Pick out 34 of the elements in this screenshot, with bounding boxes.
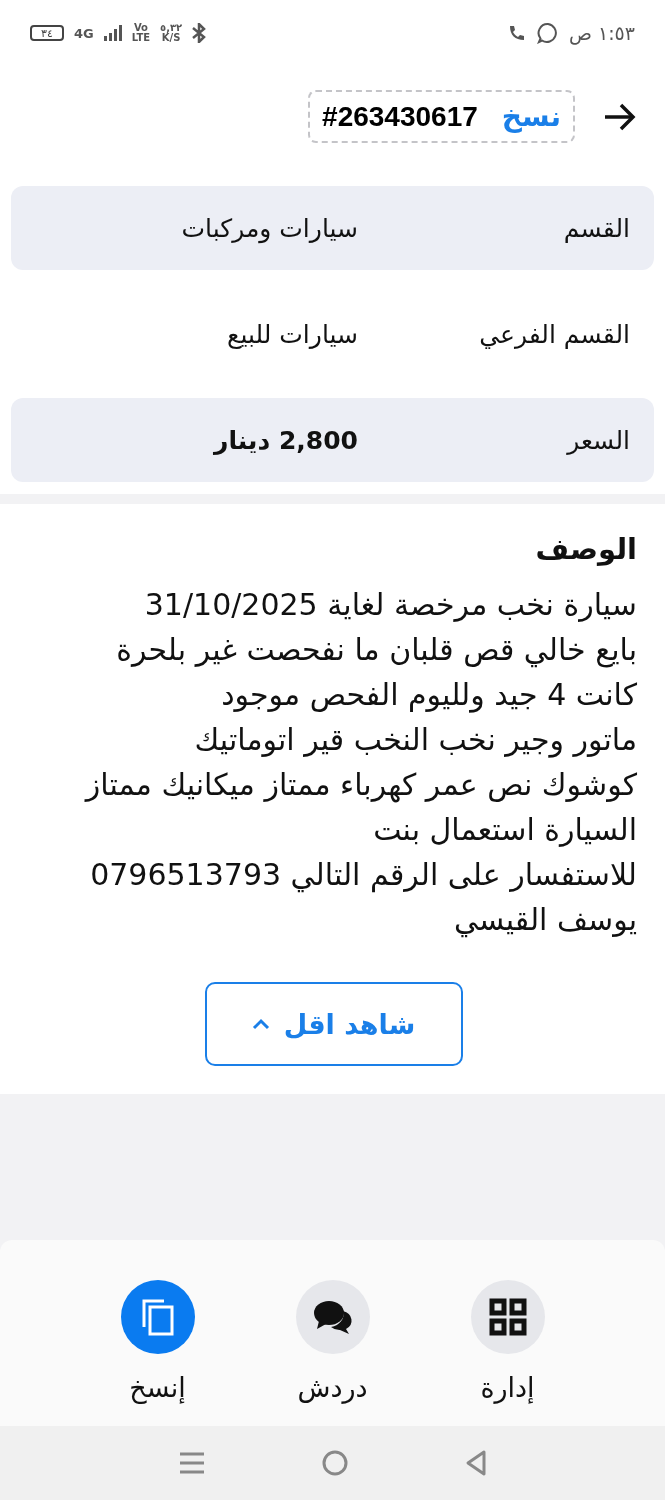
detail-label: القسم <box>562 213 630 243</box>
show-less-button[interactable]: شاهد اقل <box>204 982 463 1066</box>
chevron-up-icon <box>251 1018 270 1030</box>
description-line: بايع خالي قص قلبان ما نفحصت غير بلحرة <box>115 631 637 670</box>
signal-icon <box>103 25 122 41</box>
network-type: 4G <box>74 25 94 41</box>
detail-value: سيارات للبيع <box>227 319 358 349</box>
network-speed: ٥,٣٢ <box>160 23 183 33</box>
network-speed: K/S <box>161 33 181 43</box>
clock-time: ١:٥٣ ص <box>568 22 635 44</box>
ad-number: #263430617 <box>322 100 478 133</box>
grid-icon <box>488 1298 527 1336</box>
description-line: كانت 4 جيد ولليوم الفحص موجود <box>220 676 637 715</box>
whatsapp-icon <box>536 22 559 44</box>
forward-arrow-icon[interactable] <box>603 102 637 132</box>
copy-link[interactable]: نسخ <box>501 100 561 133</box>
description-line: كوشوك نص عمر كهرباء ممتاز ميكانيك ممتاز <box>83 766 637 805</box>
description-line: للاستفسار على الرقم التالي 0796513793 <box>89 856 637 895</box>
description-line: سيارة نخب مرخصة لغاية 31/10/2025 <box>143 586 637 624</box>
section-title: الوصف <box>534 532 637 566</box>
battery-level: ٣٤ <box>41 26 53 40</box>
volte-label: Vo <box>133 23 148 33</box>
home-icon[interactable] <box>320 1449 349 1477</box>
menu-icon[interactable] <box>177 1451 206 1475</box>
chat-icon <box>312 1299 353 1335</box>
volte-label: LTE <box>131 33 151 43</box>
bluetooth-icon <box>192 23 207 43</box>
detail-value: 2,800 دينار <box>214 425 358 455</box>
detail-label: السعر <box>565 425 630 455</box>
description-line: ماتور وجير نخب النخب قير اتوماتيك <box>193 721 637 760</box>
detail-value: سيارات ومركبات <box>181 213 358 243</box>
detail-label: القسم الفرعي <box>478 319 630 349</box>
description-line: السيارة استعمال بنت <box>372 811 637 849</box>
description-line: يوسف القيسي <box>452 901 637 940</box>
